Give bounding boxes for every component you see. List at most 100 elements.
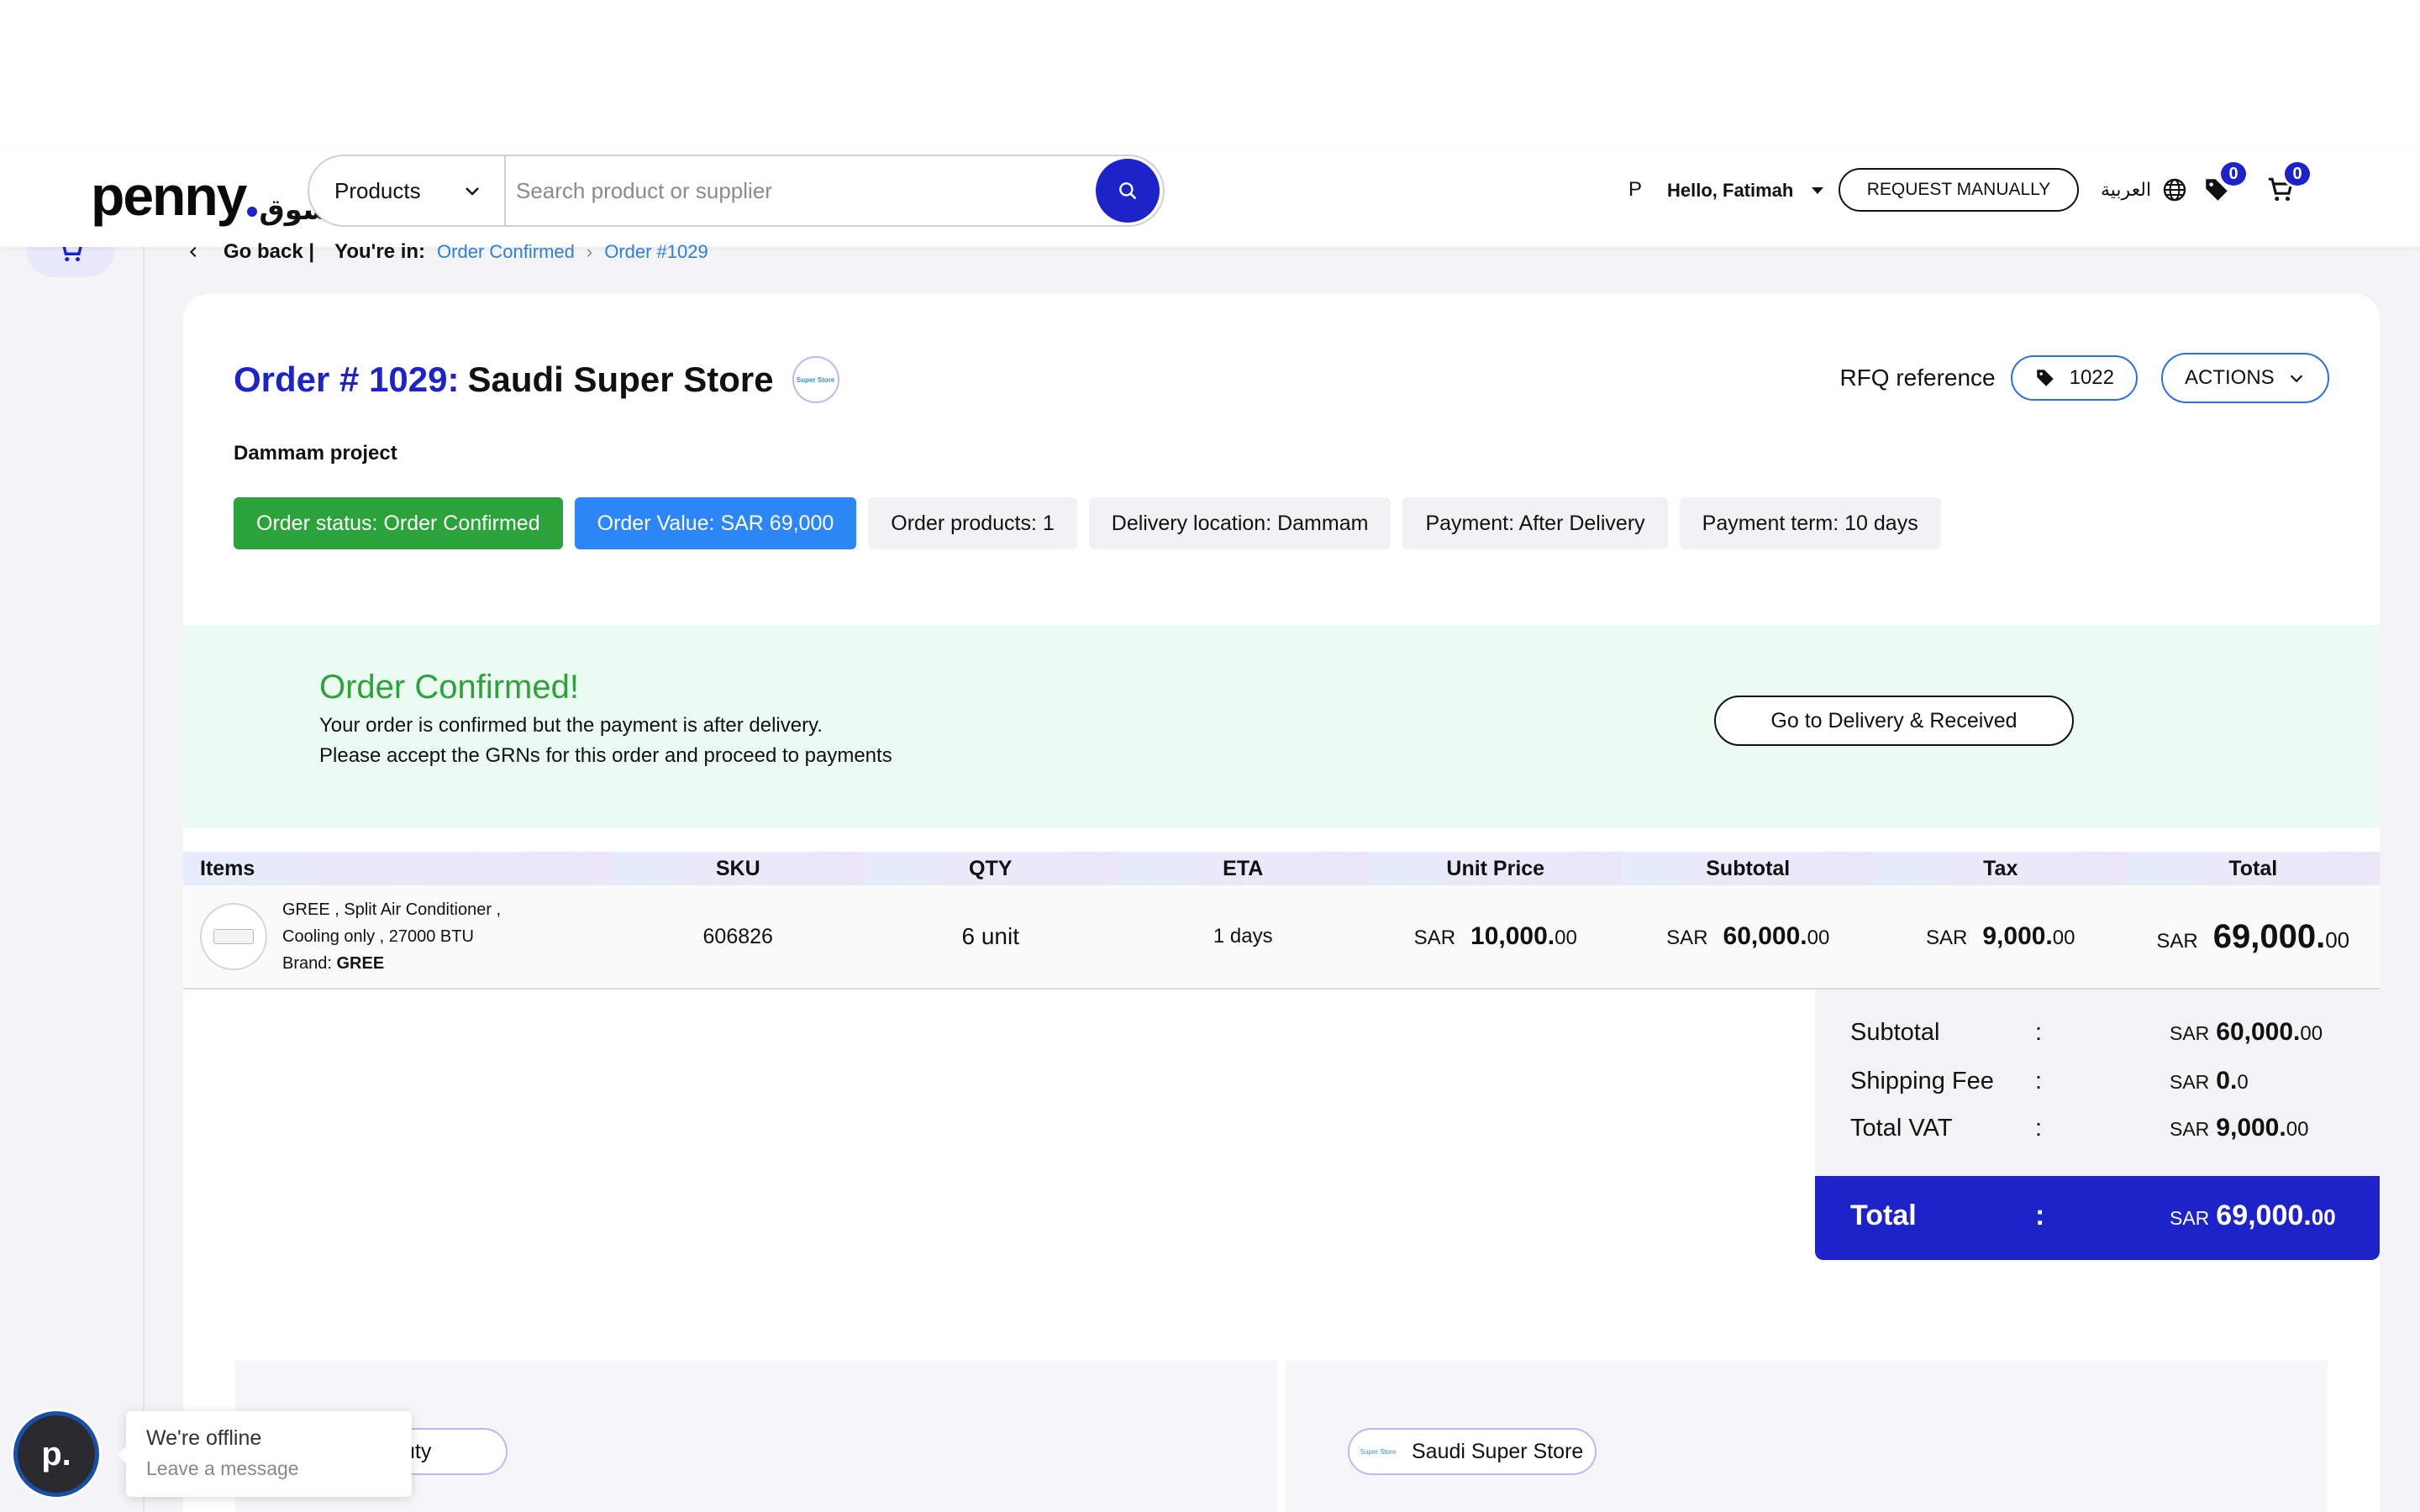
logo-dot bbox=[247, 207, 258, 217]
unit-price-int: 10,000. bbox=[1470, 922, 1555, 950]
summary-vat-int: 9,000. bbox=[2216, 1114, 2286, 1142]
item-name-line1: GREE , Split Air Conditioner , bbox=[282, 900, 502, 919]
request-manually-button[interactable]: REQUEST MANUALLY bbox=[1839, 168, 2079, 212]
order-store-name: Saudi Super Store bbox=[467, 360, 774, 399]
supplier-pill[interactable]: Super Store Saudi Super Store bbox=[1348, 1428, 1597, 1475]
tag-icon bbox=[2036, 370, 2054, 386]
supplier-logo: Super Store bbox=[1360, 1447, 1397, 1456]
chat-offline-bubble[interactable]: We're offline Leave a message bbox=[118, 1411, 412, 1497]
item-total: SAR 69,000.00 bbox=[2127, 918, 2380, 956]
currency-label: SAR bbox=[1666, 927, 1708, 949]
order-confirmed-banner: Order Confirmed! Your order is confirmed… bbox=[183, 625, 2380, 828]
banner-title: Order Confirmed! bbox=[319, 669, 579, 706]
summary-shipping-row: Shipping Fee : SAR 0.0 bbox=[1850, 1067, 2338, 1095]
search-category-select[interactable]: Products bbox=[309, 156, 506, 225]
order-number: Order # 1029: bbox=[234, 360, 460, 399]
supplier-card: Super Store Saudi Super Store bbox=[1286, 1361, 2328, 1512]
summary-total-dec: 00 bbox=[2311, 1205, 2336, 1230]
breadcrumb-order-confirmed[interactable]: Order Confirmed bbox=[437, 241, 575, 263]
payment-term-chip: Payment term: 10 days bbox=[1679, 497, 1941, 549]
item-subtotal: SAR 60,000.00 bbox=[1622, 922, 1875, 951]
go-back-link[interactable]: Go back | bbox=[187, 240, 314, 264]
search-icon bbox=[1119, 182, 1136, 199]
subtotal-dec: 00 bbox=[1807, 927, 1830, 949]
wishlist-count-badge: 0 bbox=[2218, 160, 2249, 188]
chevron-left-icon bbox=[189, 246, 197, 258]
chat-prompt: Leave a message bbox=[146, 1457, 299, 1479]
user-initial: P bbox=[1628, 178, 1643, 201]
col-sku: SKU bbox=[612, 852, 865, 885]
chat-launcher-button[interactable]: p. bbox=[13, 1411, 99, 1497]
currency-label: SAR bbox=[1413, 927, 1456, 949]
summary-shipping-dec: 0 bbox=[2237, 1071, 2249, 1094]
order-info-chips: Order status: Order Confirmed Order Valu… bbox=[234, 497, 1941, 549]
item-qty: 6 unit bbox=[961, 923, 1020, 949]
chevron-down-icon bbox=[2290, 375, 2303, 383]
unit-price-dec: 00 bbox=[1555, 927, 1577, 949]
caret-down-icon bbox=[1812, 187, 1824, 194]
currency-label: SAR bbox=[2170, 1071, 2210, 1093]
order-summary: Subtotal : SAR 60,000.00 Shipping Fee : S… bbox=[1815, 990, 2380, 1176]
cart-count-badge: 0 bbox=[2282, 160, 2312, 188]
rfq-label: RFQ reference bbox=[1839, 365, 1996, 391]
summary-shipping-label: Shipping Fee bbox=[1850, 1068, 1994, 1095]
col-unit-price: Unit Price bbox=[1369, 852, 1622, 885]
product-image[interactable] bbox=[200, 903, 267, 970]
cart-button[interactable]: 0 bbox=[2264, 160, 2312, 207]
banner-message-2: Please accept the GRNs for this order an… bbox=[319, 744, 892, 767]
order-total-box: Total : SAR 69,000.00 bbox=[1815, 1176, 2380, 1260]
breadcrumb-prefix: You're in: bbox=[334, 240, 426, 263]
search-input[interactable] bbox=[506, 177, 1096, 204]
items-table-header: Items SKU QTY ETA Unit Price Subtotal Ta… bbox=[183, 852, 2380, 885]
order-products-chip: Order products: 1 bbox=[868, 497, 1077, 549]
project-name: Dammam project bbox=[234, 442, 397, 465]
top-blank-strip bbox=[0, 0, 2420, 148]
payment-chip: Payment: After Delivery bbox=[1402, 497, 1668, 549]
currency-label: SAR bbox=[2170, 1118, 2210, 1140]
summary-total-int: 69,000. bbox=[2216, 1200, 2312, 1231]
rfq-reference-pill[interactable]: 1022 bbox=[2010, 355, 2138, 401]
actions-dropdown[interactable]: ACTIONS bbox=[2161, 353, 2329, 403]
brand-label: Brand: bbox=[282, 954, 332, 973]
item-sku: 606826 bbox=[702, 924, 773, 948]
language-switcher[interactable]: العربية bbox=[2101, 176, 2188, 203]
order-status-chip: Order status: Order Confirmed bbox=[234, 497, 563, 549]
search-button[interactable] bbox=[1096, 159, 1160, 223]
currency-label: SAR bbox=[2170, 1207, 2210, 1229]
chevron-right-icon: › bbox=[586, 241, 593, 262]
col-qty: QTY bbox=[864, 852, 1117, 885]
item-tax: SAR 9,000.00 bbox=[1875, 922, 2128, 951]
globe-icon bbox=[2163, 178, 2186, 202]
summary-shipping-int: 0. bbox=[2216, 1067, 2238, 1095]
summary-subtotal-int: 60,000. bbox=[2216, 1018, 2301, 1046]
summary-total-label: Total bbox=[1850, 1200, 1917, 1231]
breadcrumb: Go back | You're in: Order Confirmed › O… bbox=[187, 240, 708, 264]
summary-colon: : bbox=[2035, 1200, 2045, 1231]
supplier-name: Saudi Super Store bbox=[1412, 1439, 1584, 1463]
summary-subtotal-dec: 00 bbox=[2300, 1022, 2323, 1045]
summary-colon: : bbox=[2035, 1115, 2043, 1142]
order-card: Order # 1029: Saudi Super Store Super St… bbox=[183, 294, 2380, 1512]
currency-label: SAR bbox=[2170, 1022, 2210, 1044]
rfq-reference: RFQ reference 1022 ACTIONS bbox=[1839, 353, 2329, 403]
page-title: Order # 1029: Saudi Super Store Super St… bbox=[234, 356, 839, 403]
col-eta: ETA bbox=[1117, 852, 1370, 885]
language-label: العربية bbox=[2101, 179, 2152, 200]
user-menu[interactable]: Hello, Fatimah bbox=[1667, 180, 1824, 202]
col-items: Items bbox=[183, 852, 612, 885]
wishlist-button[interactable]: 0 bbox=[2200, 160, 2249, 207]
order-value-chip: Order Value: SAR 69,000 bbox=[574, 497, 857, 549]
item-name-line2: Cooling only , 27000 BTU bbox=[282, 927, 474, 946]
brand-value: GREE bbox=[336, 954, 385, 973]
total-dec: 00 bbox=[2325, 927, 2350, 953]
buyer-pill[interactable]: uty bbox=[403, 1428, 508, 1475]
go-to-delivery-button[interactable]: Go to Delivery & Received bbox=[1714, 696, 2074, 746]
col-subtotal: Subtotal bbox=[1622, 852, 1875, 885]
penny-logo[interactable]: penny سوق bbox=[91, 156, 331, 227]
item-eta: 1 days bbox=[1213, 925, 1273, 948]
currency-label: SAR bbox=[2156, 929, 2198, 953]
breadcrumb-order-number[interactable]: Order #1029 bbox=[604, 241, 708, 263]
summary-subtotal-label: Subtotal bbox=[1850, 1019, 1940, 1046]
search-category-label: Products bbox=[334, 177, 421, 203]
logo-wordmark: penny bbox=[91, 165, 247, 227]
